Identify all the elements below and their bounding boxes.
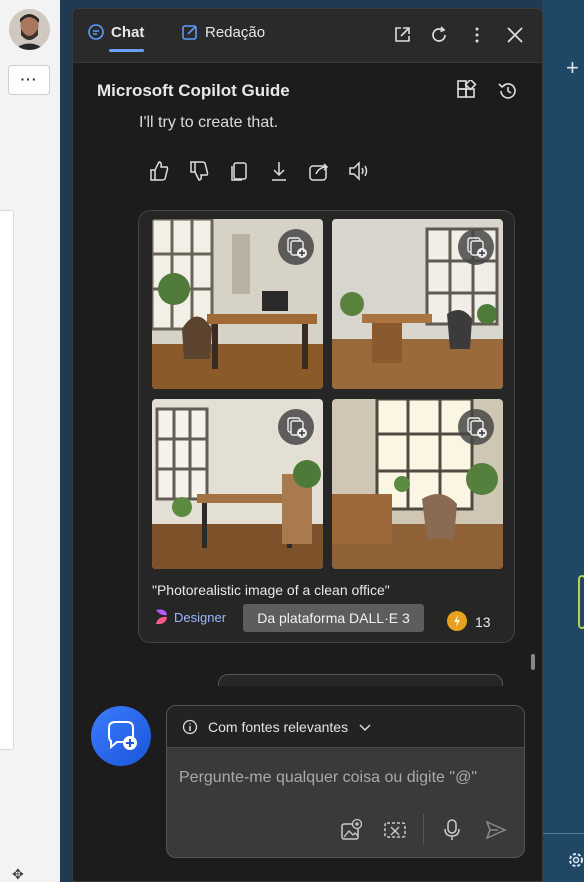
new-topic-button[interactable] (91, 706, 151, 766)
scrollbar[interactable] (531, 654, 535, 670)
image-result-card: "Photorealistic image of a clean office"… (138, 210, 515, 643)
chat-input[interactable] (179, 766, 509, 790)
more-vertical-icon[interactable] (467, 25, 487, 45)
refresh-icon[interactable] (429, 25, 449, 45)
send-icon[interactable] (484, 818, 508, 842)
microphone-icon[interactable] (440, 818, 464, 842)
save-to-collection-icon[interactable] (278, 229, 314, 265)
tab-redacao-label: Redação (205, 23, 266, 41)
generated-image[interactable] (152, 399, 323, 569)
image-prompt: "Photorealistic image of a clean office" (152, 582, 390, 598)
chat-input-area: Com fontes relevantes (166, 705, 525, 858)
tab-redacao[interactable]: Redação (181, 23, 265, 41)
chevron-down-icon (359, 723, 371, 731)
designer-label: Designer (174, 609, 227, 625)
add-icon[interactable]: + (566, 55, 579, 81)
divider (542, 833, 584, 834)
more-options-button[interactable]: ··· (8, 65, 50, 95)
avatar[interactable] (9, 9, 50, 50)
boost-coin-icon (447, 611, 467, 631)
copy-icon[interactable] (227, 159, 251, 183)
info-icon (182, 719, 198, 734)
download-icon[interactable] (267, 159, 291, 183)
tab-chat-label: Chat (111, 23, 145, 41)
message-actions (147, 159, 371, 183)
assistant-message: I'll try to create that. (139, 114, 279, 131)
screenshot-icon[interactable] (383, 818, 407, 842)
browser-left-strip: ··· ✥ (0, 0, 60, 882)
history-icon[interactable] (497, 80, 519, 102)
generated-image[interactable] (332, 399, 503, 569)
plugins-icon[interactable] (456, 78, 478, 102)
designer-link[interactable]: Designer (154, 608, 226, 626)
generated-image[interactable] (152, 219, 323, 389)
sidebar-topbar: Chat Redação (73, 9, 542, 63)
designer-logo-icon (156, 609, 167, 625)
divider (423, 814, 424, 844)
boost-count: 13 (475, 614, 491, 630)
thumbs-down-icon[interactable] (187, 159, 211, 183)
move-icon[interactable]: ✥ (12, 866, 24, 882)
next-message-bubble (218, 674, 503, 686)
save-to-collection-icon[interactable] (278, 409, 314, 445)
copilot-sidebar: Chat Redação Microsoft Copilot Guide I'l… (72, 8, 543, 882)
tab-chat[interactable]: Chat (87, 23, 145, 52)
compose-icon (182, 25, 197, 40)
save-to-collection-icon[interactable] (458, 409, 494, 445)
page-edge (0, 210, 14, 750)
source-selector[interactable]: Com fontes relevantes (167, 706, 524, 748)
read-aloud-icon[interactable] (347, 159, 371, 183)
generated-image[interactable] (332, 219, 503, 389)
gear-icon[interactable] (566, 850, 584, 875)
platform-badge: Da plataforma DALL·E 3 (243, 604, 424, 632)
open-in-new-tab-icon[interactable] (392, 25, 412, 45)
chat-icon (88, 24, 104, 40)
page-title: Microsoft Copilot Guide (97, 81, 290, 100)
save-to-collection-icon[interactable] (458, 229, 494, 265)
window-edge-handle (578, 575, 584, 629)
thumbs-up-icon[interactable] (147, 159, 171, 183)
background-window (542, 0, 584, 882)
source-selector-label: Com fontes relevantes (208, 718, 349, 735)
add-image-icon[interactable] (339, 818, 363, 842)
close-icon[interactable] (505, 25, 525, 45)
share-icon[interactable] (307, 159, 331, 183)
